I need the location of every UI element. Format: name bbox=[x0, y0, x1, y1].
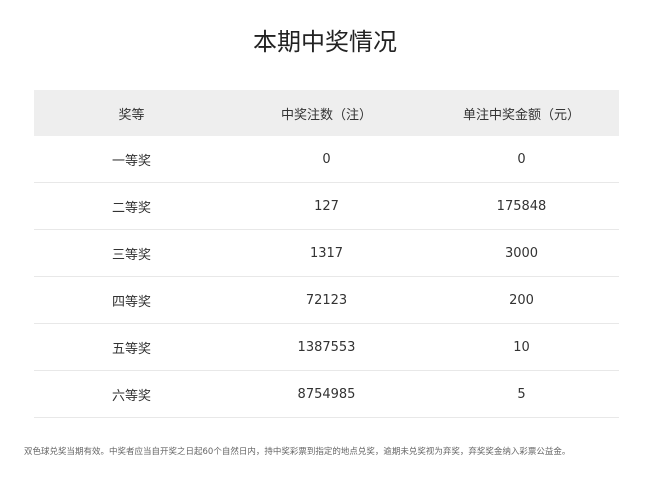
prize-amount-cell: 5 bbox=[424, 370, 619, 418]
table-row: 三等奖 1317 3000 bbox=[34, 229, 619, 277]
table-row: 二等奖 127 175848 bbox=[34, 182, 619, 230]
winning-count-cell: 1317 bbox=[229, 229, 424, 277]
table-row: 五等奖 1387553 10 bbox=[34, 323, 619, 371]
prize-level-cell: 六等奖 bbox=[34, 370, 229, 418]
prize-amount-cell: 175848 bbox=[424, 182, 619, 230]
redemption-note: 双色球兑奖当期有效。中奖者应当自开奖之日起60个自然日内，持中奖彩票到指定的地点… bbox=[24, 447, 571, 457]
prize-level-cell: 三等奖 bbox=[34, 229, 229, 277]
winning-count-cell: 8754985 bbox=[229, 370, 424, 418]
prize-level-cell: 一等奖 bbox=[34, 136, 229, 183]
prize-amount-cell: 10 bbox=[424, 323, 619, 371]
prize-level-cell: 四等奖 bbox=[34, 276, 229, 324]
winning-count-cell: 0 bbox=[229, 136, 424, 183]
prize-amount-cell: 200 bbox=[424, 276, 619, 324]
winning-count-cell: 127 bbox=[229, 182, 424, 230]
prize-table: 奖等 中奖注数（注） 单注中奖金额（元） 一等奖 0 0 二等奖 127 175… bbox=[34, 90, 619, 418]
table-row: 四等奖 72123 200 bbox=[34, 276, 619, 324]
prize-level-cell: 二等奖 bbox=[34, 182, 229, 230]
page-title: 本期中奖情况 bbox=[253, 28, 397, 56]
header-prize-amount: 单注中奖金额（元） bbox=[424, 90, 619, 136]
winning-count-cell: 1387553 bbox=[229, 323, 424, 371]
header-prize-level: 奖等 bbox=[34, 90, 229, 136]
prize-amount-cell: 0 bbox=[424, 136, 619, 183]
table-row: 六等奖 8754985 5 bbox=[34, 370, 619, 418]
prize-amount-cell: 3000 bbox=[424, 229, 619, 277]
table-header-row: 奖等 中奖注数（注） 单注中奖金额（元） bbox=[34, 90, 619, 136]
header-winning-count: 中奖注数（注） bbox=[229, 90, 424, 136]
prize-level-cell: 五等奖 bbox=[34, 323, 229, 371]
winning-count-cell: 72123 bbox=[229, 276, 424, 324]
table-row: 一等奖 0 0 bbox=[34, 136, 619, 183]
